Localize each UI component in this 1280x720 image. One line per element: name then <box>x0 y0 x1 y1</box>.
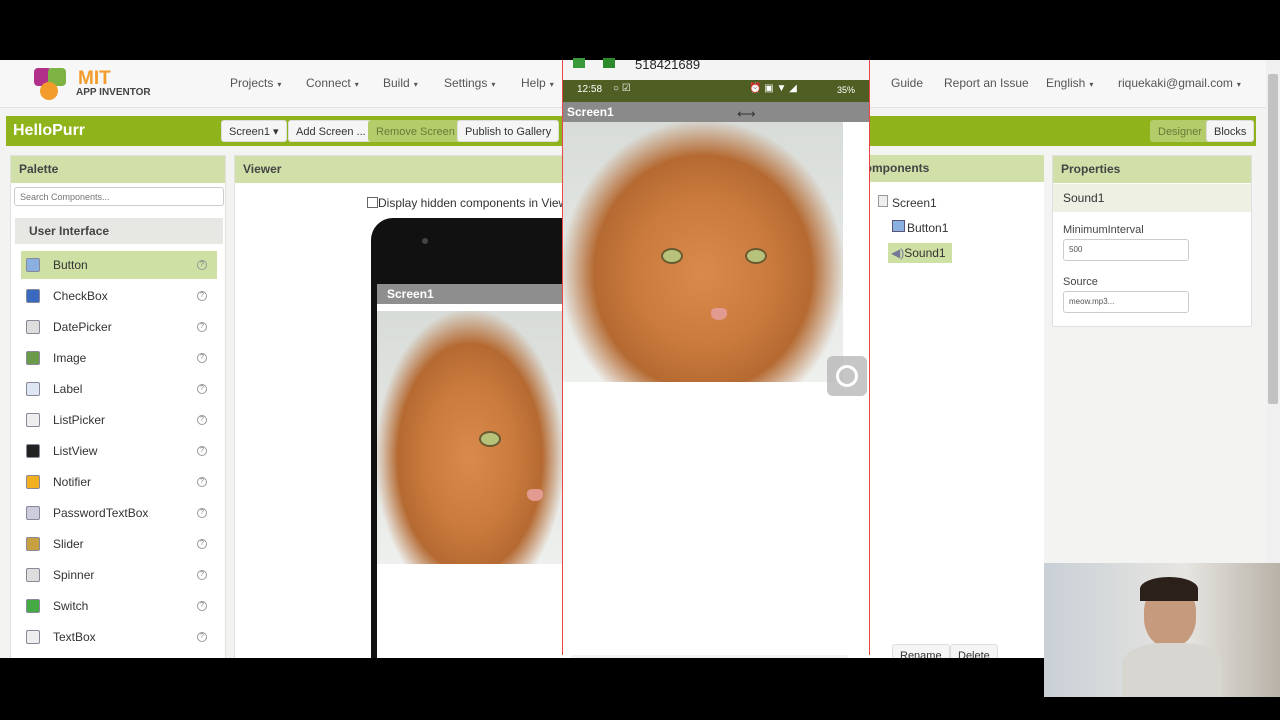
switch-icon <box>26 599 40 613</box>
screen-select[interactable]: Screen1 ▾ <box>221 120 287 142</box>
nav-report-issue[interactable]: Report an Issue <box>944 76 1029 90</box>
add-screen-button[interactable]: Add Screen ... <box>288 120 374 142</box>
nav-guide[interactable]: Guide <box>891 76 923 90</box>
label-icon <box>26 382 40 396</box>
palette-item-button[interactable]: Button? <box>21 251 217 279</box>
search-components-input[interactable] <box>14 187 224 206</box>
tree-item-sound1[interactable]: ◀)Sound1 <box>888 243 952 263</box>
palette-item-listpicker[interactable]: ListPicker? <box>21 406 217 434</box>
palette-item-checkbox[interactable]: CheckBox? <box>21 282 217 310</box>
app-icon <box>573 58 585 68</box>
floating-button[interactable] <box>827 356 867 396</box>
help-icon[interactable]: ? <box>197 322 207 332</box>
phone-screen-title: Screen1 <box>563 102 869 122</box>
palette-item-switch[interactable]: Switch? <box>21 592 217 620</box>
remove-screen-button[interactable]: Remove Screen <box>368 120 463 142</box>
slider-icon <box>26 537 40 551</box>
mit-app-inventor-logo[interactable]: MIT APP INVENTOR <box>34 66 154 102</box>
palette-item-spinner[interactable]: Spinner? <box>21 561 217 589</box>
components-panel: Components Screen1 Button1 ◀)Sound1 Rena… <box>848 155 1044 658</box>
help-icon[interactable]: ? <box>197 508 207 518</box>
display-hidden-checkbox[interactable]: Display hidden components in Viewer <box>367 196 578 210</box>
status-icons: ○ ☑ <box>613 83 631 94</box>
resize-cursor-icon: ⟷ <box>737 106 756 121</box>
help-icon[interactable]: ? <box>197 291 207 301</box>
palette-item-textbox[interactable]: TextBox? <box>21 623 217 651</box>
palette-item-notifier[interactable]: Notifier? <box>21 468 217 496</box>
device-id: 518421689 <box>635 57 701 72</box>
button-icon <box>26 258 40 272</box>
delete-button[interactable]: Delete <box>950 644 998 658</box>
language-menu[interactable]: English ▾ <box>1046 76 1093 90</box>
selected-component-name: Sound1 <box>1053 184 1251 212</box>
help-icon[interactable]: ? <box>197 601 207 611</box>
source-input[interactable]: meow.mp3... <box>1063 291 1189 313</box>
tree-item-button1[interactable]: Button1 <box>892 218 948 238</box>
components-title: Components <box>848 155 1044 182</box>
blocks-button[interactable]: Blocks <box>1206 120 1255 142</box>
notifier-icon <box>26 475 40 489</box>
checkbox-icon <box>26 289 40 303</box>
phone-status-bar: 12:58 ○ ☑ ⏰ ▣ ▼ ◢ 35% <box>563 80 869 102</box>
wifi-signal-icons: ⏰ ▣ ▼ ◢ <box>749 83 797 94</box>
image-icon <box>26 351 40 365</box>
palette-item-listview[interactable]: ListView? <box>21 437 217 465</box>
listpicker-icon <box>26 413 40 427</box>
properties-panel: Properties Sound1 MinimumInterval 500 So… <box>1052 155 1252 327</box>
datepicker-icon <box>26 320 40 334</box>
rename-button[interactable]: Rename <box>892 644 950 658</box>
nav-help[interactable]: Help ▾ <box>521 76 554 90</box>
nav-settings[interactable]: Settings ▾ <box>444 76 495 90</box>
palette-item-datepicker[interactable]: DatePicker? <box>21 313 217 341</box>
properties-title: Properties <box>1053 156 1251 183</box>
palette-item-label[interactable]: Label? <box>21 375 217 403</box>
help-icon[interactable]: ? <box>197 570 207 580</box>
cat-image[interactable] <box>377 311 563 564</box>
palette-item-passwordtextbox[interactable]: PasswordTextBox? <box>21 499 217 527</box>
help-icon[interactable]: ? <box>197 384 207 394</box>
help-icon[interactable]: ? <box>197 446 207 456</box>
viewer-screen-title: Screen1 <box>377 284 571 304</box>
minimum-interval-input[interactable]: 500 <box>1063 239 1189 261</box>
account-menu[interactable]: riquekaki@gmail.com ▾ <box>1118 76 1241 90</box>
project-title: HelloPurr <box>13 122 86 139</box>
textbox-icon <box>26 630 40 644</box>
monitor-icon <box>603 58 615 68</box>
battery-level: 35% <box>837 85 856 95</box>
category-user-interface[interactable]: User Interface <box>15 218 223 244</box>
tree-item-screen1[interactable]: Screen1 <box>878 193 937 213</box>
mirror-toolbar: 518421689 <box>563 57 869 80</box>
nav-build[interactable]: Build ▾ <box>383 76 418 90</box>
publish-gallery-button[interactable]: Publish to Gallery <box>457 120 560 142</box>
help-icon[interactable]: ? <box>197 353 207 363</box>
palette-panel: Palette User Interface Button? CheckBox? D… <box>10 155 226 658</box>
designer-button[interactable]: Designer <box>1150 120 1211 142</box>
passwordtextbox-icon <box>26 506 40 520</box>
help-icon[interactable]: ? <box>197 539 207 549</box>
phone-mockup: Screen1 <box>371 218 571 658</box>
viewer-title: Viewer <box>235 156 563 183</box>
phone-mirror-window: 518421689 12:58 ○ ☑ ⏰ ▣ ▼ ◢ 35% Screen1 … <box>562 57 870 655</box>
viewer-panel: Viewer Display hidden components in View… <box>234 155 578 658</box>
webcam-overlay <box>1044 563 1280 697</box>
listview-icon <box>26 444 40 458</box>
palette-item-slider[interactable]: Slider? <box>21 530 217 558</box>
speaker-icon: ◀) <box>891 246 905 260</box>
nav-projects[interactable]: Projects ▾ <box>230 76 281 90</box>
palette-title: Palette <box>11 156 225 183</box>
phone-cat-image[interactable] <box>563 122 843 382</box>
help-icon[interactable]: ? <box>197 477 207 487</box>
palette-item-image[interactable]: Image? <box>21 344 217 372</box>
help-icon[interactable]: ? <box>197 260 207 270</box>
nav-connect[interactable]: Connect ▾ <box>306 76 359 90</box>
help-icon[interactable]: ? <box>197 415 207 425</box>
help-icon[interactable]: ? <box>197 632 207 642</box>
spinner-icon <box>26 568 40 582</box>
